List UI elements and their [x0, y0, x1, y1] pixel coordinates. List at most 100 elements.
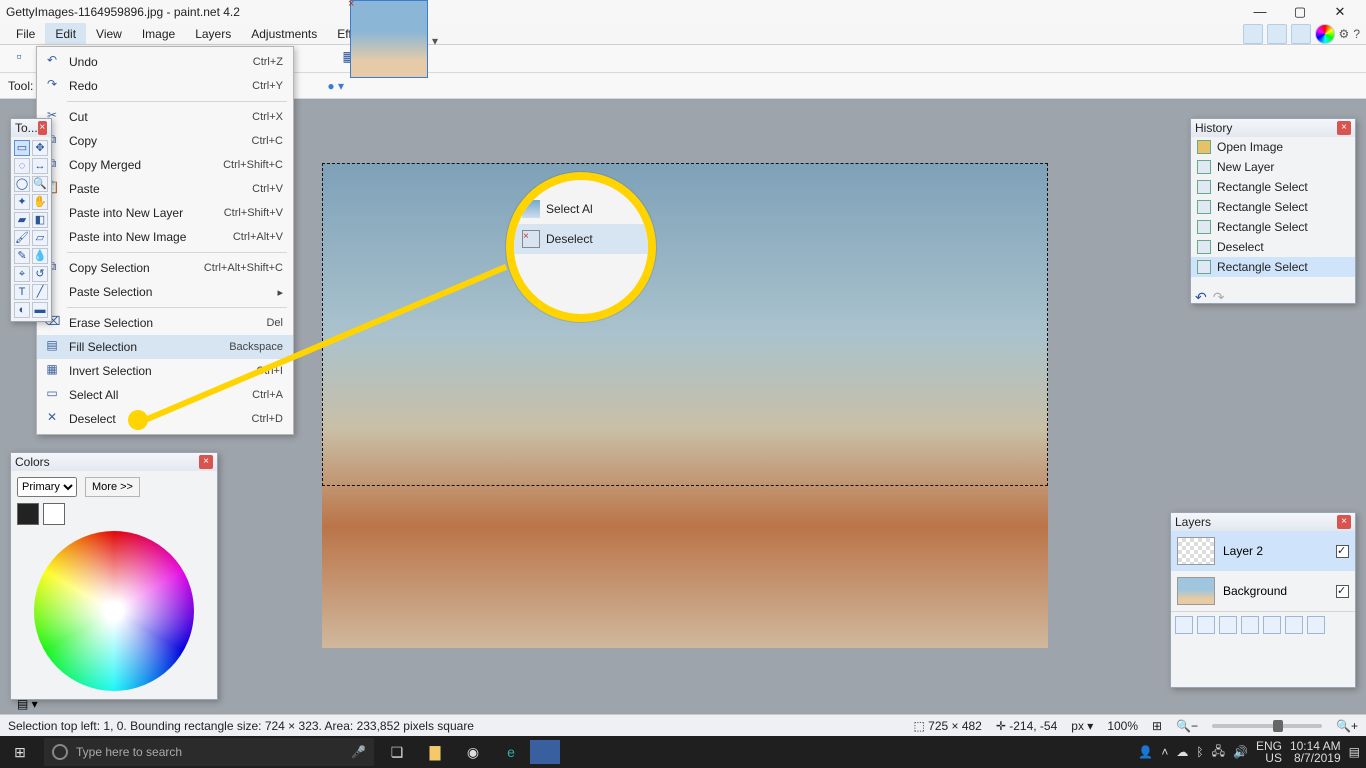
edit-menu-paste[interactable]: 📋PasteCtrl+V	[37, 177, 293, 201]
magic-wand-tool[interactable]: ✦	[14, 194, 30, 210]
edit-menu-undo[interactable]: ↶UndoCtrl+Z	[37, 50, 293, 74]
text-tool[interactable]: T	[14, 284, 30, 300]
onedrive-icon[interactable]: ☁	[1176, 745, 1188, 759]
line-tool[interactable]: ╱	[32, 284, 48, 300]
history-item[interactable]: Deselect	[1191, 237, 1355, 257]
maximize-button[interactable]: ▢	[1280, 0, 1320, 23]
layers-close-icon[interactable]: ×	[1337, 515, 1351, 529]
history-item[interactable]: Rectangle Select	[1191, 197, 1355, 217]
layer-row[interactable]: Layer 2	[1171, 531, 1355, 571]
clone-tool[interactable]: ⌖	[14, 266, 30, 282]
util-layers-icon[interactable]	[1291, 24, 1311, 44]
edit-menu-paste-selection[interactable]: Paste Selection▸	[37, 280, 293, 304]
document-thumb-1[interactable]: ×	[350, 0, 428, 78]
util-colors-icon[interactable]	[1315, 24, 1335, 44]
close-button[interactable]: ✕	[1320, 0, 1360, 23]
edit-menu-copy-selection[interactable]: ⧉Copy SelectionCtrl+Alt+Shift+C	[37, 256, 293, 280]
util-ruler-icon[interactable]	[1243, 24, 1263, 44]
layer-props-icon[interactable]	[1307, 616, 1325, 634]
rect-select-tool[interactable]: ▭	[14, 140, 30, 156]
shapes-tool[interactable]: ◐	[14, 302, 30, 318]
primary-swatch[interactable]	[17, 503, 39, 525]
layer-down-icon[interactable]	[1285, 616, 1303, 634]
tools-panel[interactable]: To...× ▭✥ ◌↔ ◯🔍 ✦✋ ▰◧ 🖌▱ ✎💧 ⌖↺ T╱ ◐▬	[10, 118, 52, 322]
edit-menu-select-all[interactable]: ▭Select AllCtrl+A	[37, 383, 293, 407]
tray-up-icon[interactable]: ˄	[1161, 745, 1168, 759]
eraser-tool[interactable]: ▱	[32, 230, 48, 246]
mic-icon[interactable]: 🎤	[351, 745, 366, 759]
layer-visible-checkbox[interactable]	[1336, 545, 1349, 558]
layer-visible-checkbox[interactable]	[1336, 585, 1349, 598]
move-tool[interactable]: ✥	[32, 140, 48, 156]
bluetooth-icon[interactable]: ᛒ	[1196, 745, 1203, 759]
status-unit[interactable]: px ▾	[1071, 719, 1093, 733]
menu-adjustments[interactable]: Adjustments	[241, 23, 327, 44]
colors-close-icon[interactable]: ×	[199, 455, 213, 469]
color-wheel[interactable]	[34, 531, 194, 691]
explorer-icon[interactable]: ▇	[416, 736, 454, 768]
edit-menu-copy[interactable]: ⧉CopyCtrl+C	[37, 129, 293, 153]
edit-menu-erase-selection[interactable]: ⌫Erase SelectionDel	[37, 311, 293, 335]
chrome-icon[interactable]: ◉	[454, 736, 492, 768]
zoom-tool[interactable]: 🔍	[32, 176, 48, 192]
history-item[interactable]: Rectangle Select	[1191, 217, 1355, 237]
colors-more-button[interactable]: More >>	[85, 477, 140, 497]
language-indicator[interactable]: ENGUS	[1256, 740, 1282, 764]
edit-menu-fill-selection[interactable]: ▤Fill SelectionBackspace	[37, 335, 293, 359]
history-item[interactable]: Open Image	[1191, 137, 1355, 157]
fit-window-icon[interactable]: ⊞	[1152, 719, 1162, 733]
history-close-icon[interactable]: ×	[1337, 121, 1351, 135]
new-file-icon[interactable]: ▫	[8, 48, 30, 70]
zoom-in-icon[interactable]: 🔍+	[1336, 719, 1358, 733]
menu-image[interactable]: Image	[132, 23, 185, 44]
clock[interactable]: 10:14 AM8/7/2019	[1290, 740, 1341, 764]
people-icon[interactable]: 👤	[1138, 745, 1153, 759]
start-button[interactable]: ⊞	[0, 744, 40, 761]
pencil-tool[interactable]: ✎	[14, 248, 30, 264]
thumb-dropdown[interactable]: ▾	[432, 34, 438, 48]
zoom-out-icon[interactable]: 🔍−	[1176, 719, 1198, 733]
taskbar-search[interactable]: Type here to search 🎤	[44, 738, 374, 766]
history-item[interactable]: New Layer	[1191, 157, 1355, 177]
history-item[interactable]: Rectangle Select	[1191, 257, 1355, 277]
edit-menu-cut[interactable]: ✂CutCtrl+X	[37, 105, 293, 129]
layer-duplicate-icon[interactable]	[1219, 616, 1237, 634]
tools-close-icon[interactable]: ×	[38, 121, 47, 135]
color-picker-tool[interactable]: 💧	[32, 248, 48, 264]
lasso-tool[interactable]: ◌	[14, 158, 30, 174]
pan-tool[interactable]: ✋	[32, 194, 48, 210]
history-panel[interactable]: History× Open ImageNew LayerRectangle Se…	[1190, 118, 1356, 304]
history-item[interactable]: Rectangle Select	[1191, 177, 1355, 197]
recolor-tool[interactable]: ↺	[32, 266, 48, 282]
volume-icon[interactable]: 🔊	[1233, 745, 1248, 759]
edge-icon[interactable]: e	[492, 736, 530, 768]
menu-layers[interactable]: Layers	[185, 23, 241, 44]
colors-panel[interactable]: Colors× Primary More >> ▤ ▾	[10, 452, 218, 700]
layers-panel[interactable]: Layers× Layer 2Background	[1170, 512, 1356, 688]
thumb-close-icon[interactable]: ×	[348, 0, 360, 10]
menu-edit[interactable]: Edit	[45, 23, 86, 44]
history-undo-icon[interactable]: ↶	[1195, 289, 1207, 306]
menu-view[interactable]: View	[86, 23, 132, 44]
menu-file[interactable]: File	[6, 23, 45, 44]
layer-merge-icon[interactable]	[1241, 616, 1259, 634]
notifications-icon[interactable]: ▤	[1349, 745, 1360, 759]
paintnet-taskbar-icon[interactable]	[530, 740, 560, 764]
ellipse-select-tool[interactable]: ◯	[14, 176, 30, 192]
layer-up-icon[interactable]	[1263, 616, 1281, 634]
edit-menu-copy-merged[interactable]: ⧉Copy MergedCtrl+Shift+C	[37, 153, 293, 177]
zoom-slider[interactable]	[1212, 724, 1322, 728]
gradient-tool[interactable]: ◧	[32, 212, 48, 228]
shape-picker-icon[interactable]: ● ▾	[327, 79, 344, 93]
layer-delete-icon[interactable]	[1197, 616, 1215, 634]
secondary-swatch[interactable]	[43, 503, 65, 525]
edit-menu-paste-into-new-image[interactable]: Paste into New ImageCtrl+Alt+V	[37, 225, 293, 249]
color-mode-select[interactable]: Primary	[17, 477, 77, 497]
layer-add-icon[interactable]	[1175, 616, 1193, 634]
move-selection-tool[interactable]: ↔	[32, 158, 48, 174]
palette-menu-icon[interactable]: ▤ ▾	[17, 697, 38, 711]
brush-tool[interactable]: 🖌	[14, 230, 30, 246]
settings-icon[interactable]: ⚙	[1339, 27, 1350, 41]
layer-row[interactable]: Background	[1171, 571, 1355, 611]
network-icon[interactable]: 🖧	[1212, 742, 1225, 763]
